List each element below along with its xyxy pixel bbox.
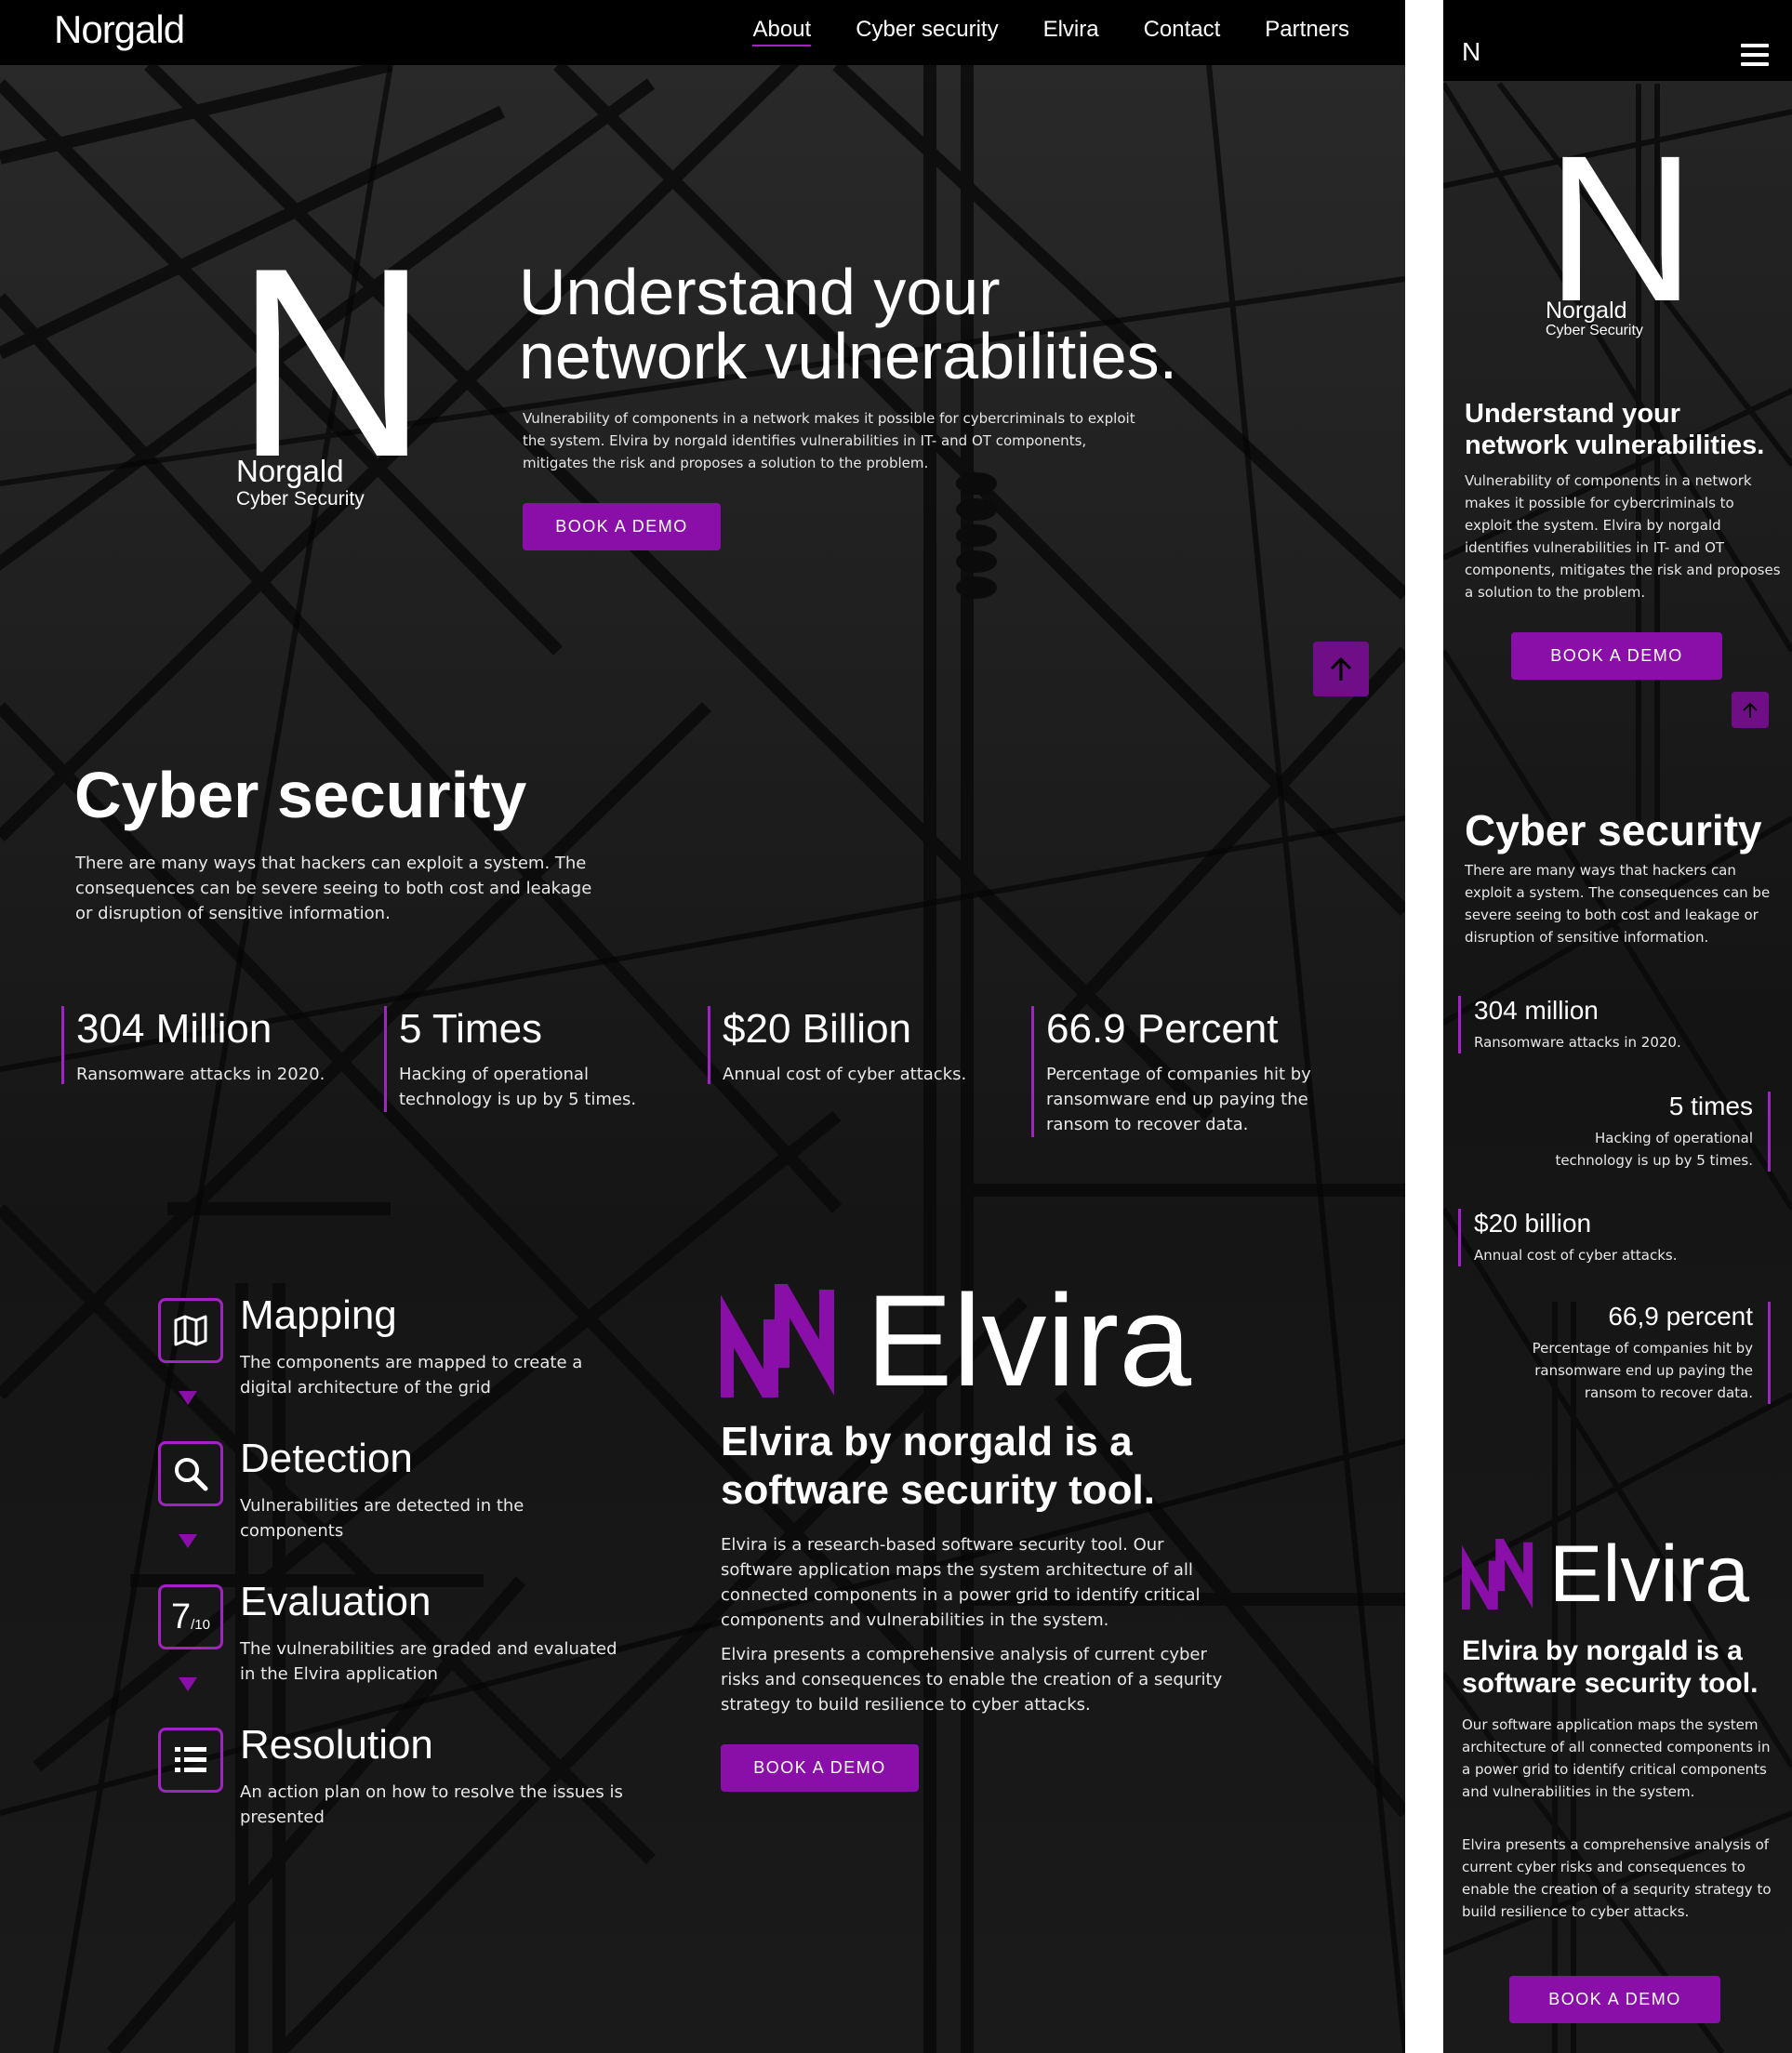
list-icon <box>158 1728 223 1793</box>
step-description: An action plan on how to resolve the iss… <box>240 1782 623 1827</box>
stat-value: 5 times <box>1668 1092 1753 1120</box>
logo-brand-name: Norgald <box>236 454 344 488</box>
elvira-logo: Elvira <box>721 1276 1191 1406</box>
stat-label: Hacking of operational technology is up … <box>399 1065 637 1109</box>
step-title: Mapping <box>240 1292 397 1338</box>
stat-value: 66,9 percent <box>1608 1302 1753 1331</box>
stat-ot-hacking: 5 Times Hacking of operational technolog… <box>384 1006 663 1112</box>
score-icon-number: 7 <box>171 1596 192 1636</box>
step-description: The components are mapped to create a di… <box>240 1353 583 1397</box>
stat-ransomware-attacks: 304 Million Ransomware attacks in 2020. <box>61 1006 340 1084</box>
stat-value: 304 Million <box>76 1006 272 1052</box>
hero-title-line-2: network vulnerabilities. <box>519 320 1178 392</box>
elvira-book-demo-button[interactable]: BOOK A DEMO <box>721 1744 919 1792</box>
logo-brand-name: Norgald <box>1546 298 1627 324</box>
scroll-to-top-button[interactable] <box>1313 642 1369 696</box>
cyber-security-description: There are many ways that hackers can exp… <box>1465 862 1771 946</box>
nav-link-contact[interactable]: Contact <box>1144 17 1221 46</box>
elvira-paragraph-2: Elvira presents a comprehensive analysis… <box>1462 1836 1772 1920</box>
stat-label: Ransomware attacks in 2020. <box>76 1065 325 1084</box>
stat-value: 304 million <box>1474 996 1599 1025</box>
logo-brand-subtitle: Cyber Security <box>1546 323 1643 338</box>
stat-value: $20 Billion <box>723 1006 912 1052</box>
step-title: Evaluation <box>240 1579 431 1624</box>
stat-label: Hacking of operational technology is up … <box>1555 1130 1753 1169</box>
step-arrow-icon <box>179 1534 197 1548</box>
step-description: Vulnerabilities are detected in the comp… <box>240 1496 524 1541</box>
search-icon <box>158 1441 223 1506</box>
desktop-view: Norgald About Cyber security Elvira Cont… <box>0 0 1405 2053</box>
book-demo-button[interactable]: BOOK A DEMO <box>1511 632 1722 680</box>
elvira-wordmark: Elvira <box>866 1267 1192 1413</box>
elvira-mark-icon <box>721 1284 834 1397</box>
book-demo-button[interactable]: BOOK A DEMO <box>523 503 721 550</box>
logo-brand-subtitle: Cyber Security <box>236 488 365 510</box>
elvira-wordmark: Elvira <box>1549 1530 1750 1619</box>
hero-title-line-1: Understand your <box>519 256 1001 328</box>
stat-value: $20 billion <box>1474 1209 1592 1238</box>
nav-link-elvira[interactable]: Elvira <box>1043 17 1099 46</box>
elvira-logo: Elvira <box>1462 1534 1749 1614</box>
nav-link-cyber-security[interactable]: Cyber security <box>856 17 998 46</box>
scroll-to-top-button[interactable] <box>1732 692 1769 728</box>
nav-link-about[interactable]: About <box>752 17 812 46</box>
mobile-view: N N Norgald Cyber Security Understand yo… <box>1443 0 1792 2053</box>
step-description: The vulnerabilities are graded and evalu… <box>240 1639 617 1684</box>
norgald-hero-logo: N Norgald Cyber Security <box>1546 125 1696 338</box>
score-icon-denominator: /10 <box>191 1616 210 1633</box>
mobile-navigation: N <box>1443 0 1792 81</box>
nav-menu: About Cyber security Elvira Contact Part… <box>752 17 1349 46</box>
elvira-book-demo-button[interactable]: BOOK A DEMO <box>1509 1976 1720 2023</box>
stat-ot-hacking: 5 times Hacking of operational technolog… <box>1529 1092 1771 1172</box>
step-title: Resolution <box>240 1722 433 1768</box>
stat-paying-ransom: 66,9 percent Percentage of companies hit… <box>1501 1302 1771 1404</box>
elvira-mark-icon <box>1462 1539 1533 1609</box>
norgald-hero-logo: N Norgald Cyber Security <box>234 228 430 510</box>
score-icon: 7/10 <box>158 1584 223 1649</box>
step-title: Detection <box>240 1436 413 1481</box>
stat-label: Percentage of companies hit by ransomwar… <box>1532 1340 1753 1401</box>
stat-annual-cost: $20 Billion Annual cost of cyber attacks… <box>708 1006 987 1084</box>
elvira-paragraph-1: Our software application maps the system… <box>1462 1716 1771 1800</box>
elvira-subtitle: Elvira by norgald is a software security… <box>1462 1636 1759 1699</box>
stat-label: Percentage of companies hit by ransomwar… <box>1046 1065 1311 1134</box>
stat-label: Annual cost of cyber attacks. <box>1474 1247 1678 1264</box>
step-arrow-icon <box>179 1391 197 1405</box>
cyber-security-title: Cyber security <box>74 759 527 831</box>
step-arrow-icon <box>179 1677 197 1691</box>
cyber-security-description: There are many ways that hackers can exp… <box>75 854 592 923</box>
stat-annual-cost: $20 billion Annual cost of cyber attacks… <box>1458 1209 1737 1266</box>
top-navigation: Norgald About Cyber security Elvira Cont… <box>0 0 1405 65</box>
nav-link-partners[interactable]: Partners <box>1265 17 1349 46</box>
hero-title: Understand your network vulnerabilities. <box>1465 399 1765 460</box>
hero-description: Vulnerability of components in a network… <box>1465 472 1781 601</box>
stat-ransomware-attacks: 304 million Ransomware attacks in 2020. <box>1458 996 1737 1053</box>
stat-value: 5 Times <box>399 1006 543 1052</box>
stat-value: 66.9 Percent <box>1046 1006 1279 1052</box>
elvira-paragraph-1: Elvira is a research-based software secu… <box>721 1535 1201 1630</box>
stat-paying-ransom: 66.9 Percent Percentage of companies hit… <box>1031 1006 1338 1137</box>
norgald-logo[interactable]: Norgald <box>54 7 185 52</box>
hamburger-menu-icon[interactable] <box>1741 44 1769 66</box>
elvira-paragraph-2: Elvira presents a comprehensive analysis… <box>721 1645 1223 1715</box>
elvira-subtitle: Elvira by norgald is a software security… <box>721 1419 1156 1513</box>
hero-title: Understand your network vulnerabilities. <box>519 259 1356 392</box>
stat-label: Ransomware attacks in 2020. <box>1474 1034 1681 1051</box>
hero-description: Vulnerability of components in a network… <box>523 410 1135 471</box>
cyber-security-title: Cyber security <box>1465 806 1762 854</box>
stat-label: Annual cost of cyber attacks. <box>723 1065 967 1084</box>
norgald-logo[interactable]: N <box>1462 39 1480 65</box>
arrow-up-icon <box>1743 702 1758 718</box>
arrow-up-icon <box>1330 656 1352 681</box>
map-icon <box>158 1298 223 1363</box>
